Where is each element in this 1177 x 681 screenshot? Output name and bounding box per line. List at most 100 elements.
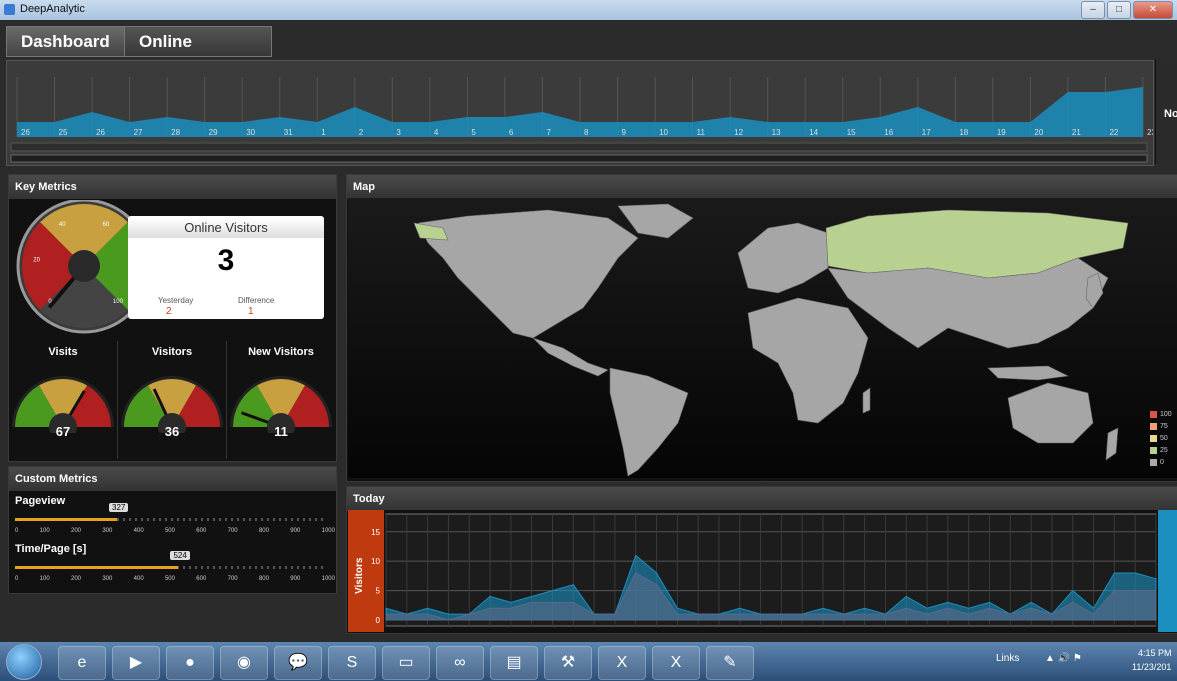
timeline-day-label: 13 bbox=[772, 128, 781, 137]
taskbar-chrome-icon[interactable]: ◉ bbox=[220, 646, 268, 680]
main-gauge-tick: 60 bbox=[102, 222, 109, 228]
time-page-slider-fill bbox=[15, 566, 179, 569]
timeline-day-label: 21 bbox=[1072, 128, 1081, 137]
world-map-shapes[interactable] bbox=[348, 198, 1177, 478]
taskbar-vs-icon[interactable]: ∞ bbox=[436, 646, 484, 680]
timeline-day-label: 6 bbox=[509, 128, 514, 137]
timeline-day-label: 10 bbox=[659, 128, 668, 137]
slider-tick-label: 1000 bbox=[321, 576, 335, 582]
yesterday-value: 2 bbox=[166, 306, 172, 317]
timeline-day-label: 18 bbox=[959, 128, 968, 137]
timeline-day-label: 2 bbox=[359, 128, 364, 137]
taskbar-ie-icon[interactable]: e bbox=[58, 646, 106, 680]
today-ytick: 10 bbox=[371, 557, 380, 566]
timeline-day-label: 12 bbox=[734, 128, 743, 137]
tab-online-visitors[interactable]: Online Visitors bbox=[124, 26, 272, 80]
map-legend-swatch bbox=[1150, 434, 1157, 442]
timeline-range-handle[interactable] bbox=[10, 142, 1148, 152]
slider-tick-label: 0 bbox=[15, 576, 19, 582]
new-visitors-value: 11 bbox=[274, 424, 288, 439]
tray-icons[interactable]: ▲ 🔊 ⚑ bbox=[1045, 653, 1082, 664]
timeline-day-label: 4 bbox=[434, 128, 439, 137]
map-title: Map bbox=[347, 175, 1177, 199]
time-page-slider-value[interactable]: 524 bbox=[170, 551, 190, 560]
time-page-slider[interactable] bbox=[15, 566, 327, 569]
taskbar-media-icon[interactable]: ▶ bbox=[112, 646, 160, 680]
map-legend-label: 0 bbox=[1160, 458, 1164, 466]
visits-gauge-cell: Visits 67 bbox=[9, 341, 118, 459]
taskbar-pad-icon[interactable]: ✎ bbox=[706, 646, 754, 680]
taskbar-talk-icon[interactable]: 💬 bbox=[274, 646, 322, 680]
slider-tick-label: 800 bbox=[258, 576, 269, 582]
taskbar-excel-icon[interactable]: X bbox=[652, 646, 700, 680]
slider-tick-label: 400 bbox=[133, 528, 144, 534]
today-ytick: 5 bbox=[376, 587, 381, 596]
timeline-day-label: 7 bbox=[546, 128, 551, 137]
close-button[interactable]: ✕ bbox=[1133, 1, 1173, 19]
pageview-slider[interactable] bbox=[15, 518, 327, 521]
main-gauge-tick: 100 bbox=[113, 299, 124, 305]
slider-tick-label: 700 bbox=[227, 576, 238, 582]
timeline-day-label: 9 bbox=[622, 128, 627, 137]
slider-tick-label: 600 bbox=[196, 576, 207, 582]
timeline-day-label: 23 bbox=[1147, 128, 1153, 137]
today-ylabel: Visitors bbox=[354, 557, 365, 594]
timeline-chart[interactable]: 26 25 26 27 28 29 30 31 1 2 3 4 5 6 7 8 9 10 11 12 13 14 15 16 1… bbox=[7, 61, 1156, 165]
timeline-side: No bbox=[1155, 60, 1177, 164]
online-visitors-value: 3 bbox=[217, 244, 235, 277]
visitors-gauge bbox=[121, 376, 223, 433]
timeline-day-label: 11 bbox=[697, 128, 706, 137]
timeline-day-label: 17 bbox=[922, 128, 931, 137]
map-legend-swatch bbox=[1150, 410, 1157, 418]
timeline-day-label: 1 bbox=[321, 128, 326, 137]
timeline-scrollbar[interactable] bbox=[10, 154, 1148, 163]
timeline-day-label: 31 bbox=[284, 128, 293, 137]
tray-links[interactable]: Links bbox=[996, 653, 1019, 664]
maximize-button[interactable]: □ bbox=[1107, 1, 1131, 19]
window-title: DeepAnalytic bbox=[20, 3, 85, 15]
map-africa bbox=[747, 297, 869, 424]
app-icon bbox=[4, 4, 15, 15]
minimize-button[interactable]: – bbox=[1081, 1, 1105, 19]
taskbar-xamarin-icon[interactable]: X bbox=[598, 646, 646, 680]
map-legend-label: 75 bbox=[1160, 422, 1168, 430]
slider-tick-label: 400 bbox=[133, 576, 144, 582]
timeline-day-label: 5 bbox=[471, 128, 476, 137]
new-visitors-gauge-cell: New Visitors 11 bbox=[227, 341, 335, 459]
taskbar-explorer-icon[interactable]: ▭ bbox=[382, 646, 430, 680]
today-title: Today bbox=[347, 487, 1177, 511]
pageview-slider-value[interactable]: 327 bbox=[109, 503, 129, 512]
key-metrics-title: Key Metrics bbox=[9, 175, 336, 199]
map-legend-item: 50 bbox=[1150, 432, 1172, 444]
map-legend-label: 100 bbox=[1160, 410, 1172, 418]
taskbar-firefox-icon[interactable]: ● bbox=[166, 646, 214, 680]
timeline-panel[interactable]: 26 25 26 27 28 29 30 31 1 2 3 4 5 6 7 8 9 10 11 12 13 14 15 16 1… bbox=[6, 60, 1156, 166]
today-chart[interactable]: Visitors 15 10 5 0 bbox=[348, 510, 1177, 632]
visitors-title: Visitors bbox=[151, 346, 193, 358]
timeline-day-label: 16 bbox=[884, 128, 893, 137]
timeline-side-label: No bbox=[1164, 108, 1177, 120]
slider-tick-label: 700 bbox=[227, 528, 238, 534]
tray-date[interactable]: 11/23/201 bbox=[1132, 662, 1171, 672]
timeline-day-label: 20 bbox=[1034, 128, 1043, 137]
map-central-america bbox=[532, 337, 609, 377]
today-ytick: 0 bbox=[376, 616, 381, 625]
timeline-day-label: 25 bbox=[59, 128, 68, 137]
start-button[interactable] bbox=[6, 644, 42, 680]
timeline-day-label: 8 bbox=[584, 128, 589, 137]
taskbar-doc-icon[interactable]: ▤ bbox=[490, 646, 538, 680]
main-gauge-tick: 40 bbox=[59, 222, 66, 228]
slider-tick-label: 0 bbox=[15, 528, 19, 534]
world-map[interactable] bbox=[348, 198, 1177, 478]
map-north-america bbox=[417, 209, 639, 339]
map-europe bbox=[737, 222, 829, 294]
tab-dashboard[interactable]: Dashboard bbox=[6, 26, 126, 57]
time-page-label: Time/Page [s] bbox=[15, 543, 87, 555]
taskbar-tool-icon[interactable]: ⚒ bbox=[544, 646, 592, 680]
slider-tick-label: 300 bbox=[102, 528, 113, 534]
taskbar-skype-icon[interactable]: S bbox=[328, 646, 376, 680]
tray-time[interactable]: 4:15 PM bbox=[1138, 648, 1172, 658]
map-legend-item: 25 bbox=[1150, 444, 1172, 456]
custom-metrics-title: Custom Metrics bbox=[9, 467, 336, 491]
map-australia bbox=[1007, 382, 1094, 444]
